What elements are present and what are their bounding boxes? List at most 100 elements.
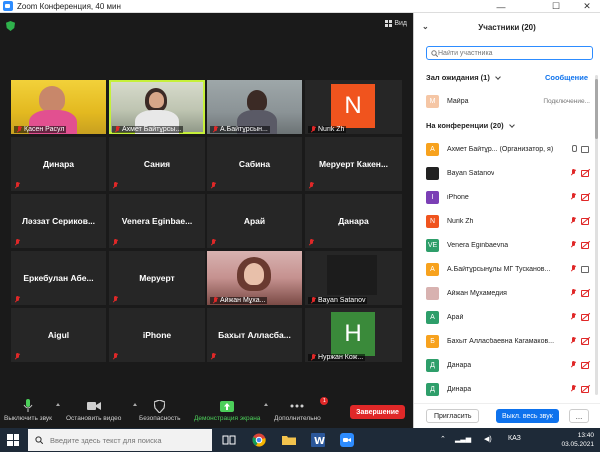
title-bar: Zoom Конференция, 40 мин — ☐ ✕: [0, 0, 600, 13]
participant-row[interactable]: Д Динара: [414, 377, 594, 401]
volume-icon[interactable]: ◀): [484, 435, 492, 443]
video-tile[interactable]: Данара: [305, 194, 402, 248]
video-gallery: Вид Қасен Расул Ахмет Байтұрсы... А.Байт…: [0, 13, 413, 428]
share-screen-button[interactable]: Демонстрация экрана: [194, 399, 260, 422]
collapse-panel-icon[interactable]: ⌄: [422, 22, 429, 31]
security-button[interactable]: Безопасность: [139, 399, 180, 422]
mic-muted-icon: [14, 239, 20, 246]
more-button[interactable]: 1 Дополнительно: [274, 397, 329, 422]
mute-all-button[interactable]: Выкл. весь звук: [496, 409, 559, 423]
taskbar-search-input[interactable]: [50, 435, 200, 445]
participant-name: Данара: [447, 361, 472, 369]
video-tile[interactable]: Еркебулан Абе...: [11, 251, 106, 305]
mic-muted-icon: [114, 126, 120, 133]
participant-name: Bayan Satanov: [447, 169, 495, 177]
video-tile[interactable]: H Нуржан Кож...: [305, 308, 402, 362]
view-button[interactable]: Вид: [385, 20, 407, 27]
video-options-caret-icon[interactable]: [133, 403, 137, 406]
close-button[interactable]: ✕: [576, 0, 598, 13]
share-options-caret-icon[interactable]: [264, 403, 268, 406]
participant-row[interactable]: VE Venera Eginbaevna: [414, 233, 594, 257]
task-view-icon[interactable]: [222, 433, 236, 447]
video-tile[interactable]: Айжан Мұха...: [207, 251, 302, 305]
video-tile[interactable]: Меруерт Какен...: [305, 137, 402, 191]
network-icon[interactable]: ▂▃▅: [455, 435, 471, 443]
participant-row[interactable]: А Ахмет Байтұр... (Организатор, я): [414, 137, 594, 161]
participant-name: iPhone: [142, 330, 172, 340]
message-waiting-link[interactable]: Сообщение: [545, 73, 588, 82]
participant-list-scrollbar[interactable]: [595, 75, 598, 395]
invite-button[interactable]: Пригласить: [426, 409, 480, 423]
video-tile-active-speaker[interactable]: Ахмет Байтұрсы...: [109, 80, 205, 134]
video-tile[interactable]: Динара: [11, 137, 106, 191]
notification-badge: 1: [320, 397, 329, 405]
audio-options-caret-icon[interactable]: [56, 403, 60, 406]
camera-off-icon: [581, 289, 590, 297]
video-tile[interactable]: N Nurik Zh: [305, 80, 402, 134]
search-box[interactable]: [426, 46, 593, 60]
video-tile[interactable]: Қасен Расул: [11, 80, 106, 134]
participant-row[interactable]: Б Бахыт Алласбаевна Кагамаков...: [414, 329, 594, 353]
participant-row[interactable]: А Арай: [414, 305, 594, 329]
participant-name: Арай: [243, 216, 266, 226]
participant-row[interactable]: IiPhone: [414, 185, 594, 209]
participant-status-icons: [570, 265, 590, 273]
participant-status-icons: [570, 385, 590, 393]
video-tile[interactable]: Сабина: [207, 137, 302, 191]
more-options-button[interactable]: ...: [569, 409, 589, 423]
mic-muted-icon: [14, 182, 20, 189]
clock[interactable]: 13:40 03.05.2021: [561, 431, 594, 449]
waiting-room-header[interactable]: Зал ожидания (1): [426, 73, 501, 82]
stop-video-button[interactable]: Остановить видео: [66, 399, 121, 422]
keyboard-language[interactable]: КАЗ: [508, 435, 521, 442]
minimize-button[interactable]: —: [490, 0, 512, 13]
participant-row[interactable]: Bayan Satanov: [414, 161, 594, 185]
end-meeting-button[interactable]: Завершение: [350, 405, 405, 419]
avatar: VE: [426, 238, 439, 252]
chrome-icon[interactable]: [252, 433, 266, 447]
video-tile[interactable]: А.Байтұрсын...: [207, 80, 302, 134]
participant-name: iPhone: [447, 193, 469, 201]
participant-name: Бахыт Алласба...: [218, 330, 291, 340]
tray-expand-icon[interactable]: ⌃: [440, 435, 446, 443]
maximize-button[interactable]: ☐: [545, 0, 567, 13]
participant-row[interactable]: Д Данара: [414, 353, 594, 377]
mute-button[interactable]: Выключить звук: [4, 399, 52, 422]
video-tile[interactable]: Сания: [109, 137, 205, 191]
encryption-shield-icon[interactable]: [6, 21, 15, 31]
waiting-participant-row[interactable]: М Майра Подключение...: [414, 89, 594, 113]
more-dots-icon: 1: [290, 397, 329, 413]
participant-row[interactable]: Айжан Мұхамедия: [414, 281, 594, 305]
view-label: Вид: [394, 20, 407, 27]
microphone-icon: [23, 399, 33, 413]
video-tile[interactable]: Venera Eginbae...: [109, 194, 205, 248]
mic-muted-icon: [570, 313, 576, 320]
mic-muted-icon: [570, 289, 576, 296]
video-tile[interactable]: Бахыт Алласба...: [207, 308, 302, 362]
participant-row[interactable]: N Nurik Zh: [414, 209, 594, 233]
zoom-app-icon[interactable]: [340, 433, 354, 447]
camera-off-icon: [581, 169, 590, 177]
taskbar-search[interactable]: [28, 429, 212, 451]
in-meeting-header[interactable]: На конференции (20): [426, 121, 515, 130]
tile-label: Ахмет Байтұрсы...: [112, 126, 184, 133]
search-icon: [431, 49, 438, 57]
avatar: N: [426, 214, 439, 228]
file-explorer-icon[interactable]: [282, 433, 296, 447]
windows-start-icon[interactable]: [7, 434, 19, 446]
video-tile[interactable]: Арай: [207, 194, 302, 248]
mic-muted-icon: [570, 193, 576, 200]
dark-video-frame: [327, 255, 377, 295]
video-tile[interactable]: Меруерт: [109, 251, 205, 305]
svg-text:W: W: [314, 436, 325, 447]
video-tile[interactable]: Bayan Satanov: [305, 251, 402, 305]
mic-muted-icon: [570, 217, 576, 224]
participant-name: Айжан Мұхамедия: [447, 289, 507, 297]
word-icon[interactable]: W: [311, 433, 325, 447]
video-tile[interactable]: Ләззат Сериков...: [11, 194, 106, 248]
participant-row[interactable]: А А.Байтұрсынұлы МГ Тусканов...: [414, 257, 594, 281]
video-tile[interactable]: iPhone: [109, 308, 205, 362]
search-input[interactable]: [438, 49, 578, 57]
video-tile[interactable]: Aigul: [11, 308, 106, 362]
participant-name: Venera Eginbaevna: [447, 241, 509, 249]
